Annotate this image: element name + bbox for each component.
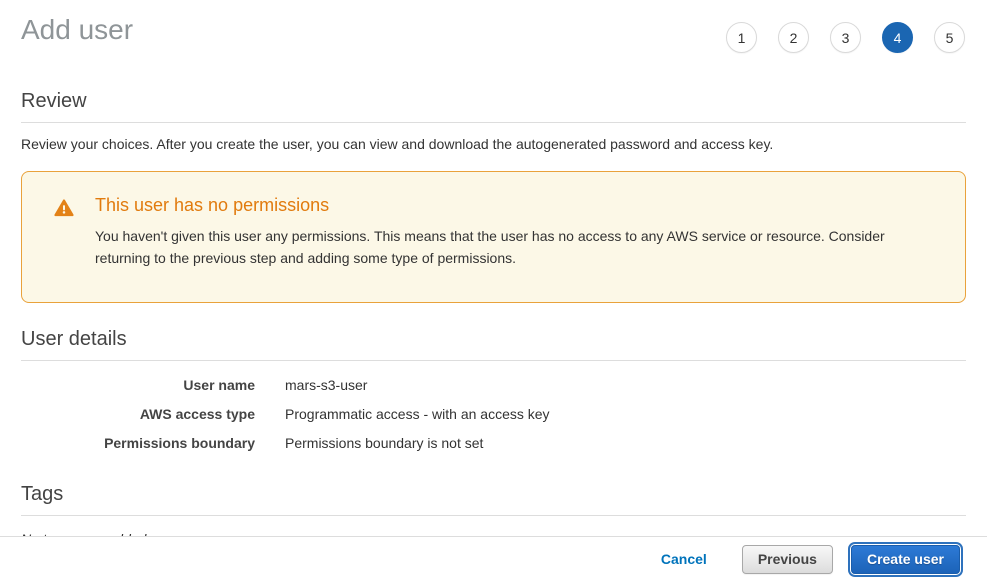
no-permissions-warning-box: This user has no permissions You haven't… xyxy=(21,171,966,303)
table-row: Permissions boundary Permissions boundar… xyxy=(21,435,966,451)
user-details-rows: User name mars-s3-user AWS access type P… xyxy=(21,377,966,451)
review-section: Review Review your choices. After you cr… xyxy=(21,90,966,152)
wizard-header: Add user 1 2 3 4 5 xyxy=(21,0,966,53)
review-description: Review your choices. After you create th… xyxy=(21,136,966,152)
review-heading: Review xyxy=(21,90,966,123)
page-title: Add user xyxy=(21,13,133,47)
step-indicator-5: 5 xyxy=(934,22,965,53)
create-user-button[interactable]: Create user xyxy=(851,545,960,574)
cancel-button[interactable]: Cancel xyxy=(661,551,707,567)
step-indicator-2: 2 xyxy=(778,22,809,53)
previous-button[interactable]: Previous xyxy=(742,545,833,574)
step-indicator: 1 2 3 4 5 xyxy=(726,22,965,53)
aws-access-type-label: AWS access type xyxy=(21,406,255,422)
permissions-boundary-value: Permissions boundary is not set xyxy=(285,435,483,451)
wizard-footer: Cancel Previous Create user xyxy=(0,536,987,581)
step-indicator-3: 3 xyxy=(830,22,861,53)
tags-heading: Tags xyxy=(21,483,966,516)
warning-triangle-icon xyxy=(54,198,74,218)
user-name-value: mars-s3-user xyxy=(285,377,367,393)
step-indicator-4-active: 4 xyxy=(882,22,913,53)
table-row: User name mars-s3-user xyxy=(21,377,966,393)
table-row: AWS access type Programmatic access - wi… xyxy=(21,406,966,422)
user-details-section: User details User name mars-s3-user AWS … xyxy=(21,328,966,451)
aws-access-type-value: Programmatic access - with an access key xyxy=(285,406,550,422)
step-indicator-1: 1 xyxy=(726,22,757,53)
warning-content: This user has no permissions You haven't… xyxy=(95,195,935,270)
warning-title: This user has no permissions xyxy=(95,195,935,216)
user-name-label: User name xyxy=(21,377,255,393)
permissions-boundary-label: Permissions boundary xyxy=(21,435,255,451)
user-details-heading: User details xyxy=(21,328,966,361)
warning-body: You haven't given this user any permissi… xyxy=(95,225,935,270)
